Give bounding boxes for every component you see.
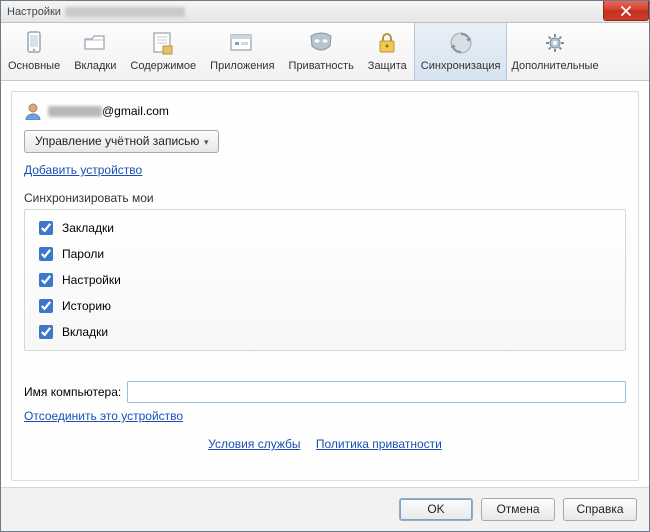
close-button[interactable] bbox=[603, 1, 649, 21]
tab-label: Основные bbox=[8, 60, 60, 72]
checkbox-passwords[interactable] bbox=[39, 247, 53, 261]
category-toolbar: Основные Вкладки Содержимое Приложения П… bbox=[1, 23, 649, 81]
check-prefs[interactable]: Настройки bbox=[35, 270, 615, 290]
account-email: @gmail.com bbox=[48, 104, 169, 118]
window-icon bbox=[228, 31, 256, 55]
checkbox-label: Вкладки bbox=[62, 325, 108, 339]
check-history[interactable]: Историю bbox=[35, 296, 615, 316]
mask-icon bbox=[307, 30, 335, 56]
check-tabs[interactable]: Вкладки bbox=[35, 322, 615, 342]
checkbox-label: Историю bbox=[62, 299, 111, 313]
check-passwords[interactable]: Пароли bbox=[35, 244, 615, 264]
titlebar[interactable]: Настройки bbox=[1, 1, 649, 23]
tab-general[interactable]: Основные bbox=[1, 23, 67, 80]
computer-name-label: Имя компьютера: bbox=[24, 385, 121, 399]
checkbox-tabs[interactable] bbox=[39, 325, 53, 339]
sync-icon bbox=[447, 30, 475, 56]
checkbox-label: Пароли bbox=[62, 247, 104, 261]
computer-name-input[interactable] bbox=[127, 381, 626, 403]
checkbox-bookmarks[interactable] bbox=[39, 221, 53, 235]
dialog-footer: OK Отмена Справка bbox=[1, 487, 649, 531]
sync-items-group: Закладки Пароли Настройки Историю Вкладк… bbox=[24, 209, 626, 351]
help-button[interactable]: Справка bbox=[563, 498, 637, 521]
tab-label: Дополнительные bbox=[511, 60, 598, 72]
checkbox-prefs[interactable] bbox=[39, 273, 53, 287]
tab-apps[interactable]: Приложения bbox=[203, 23, 281, 80]
tab-sync[interactable]: Синхронизация bbox=[414, 23, 508, 80]
legal-links: Условия службы Политика приватности bbox=[24, 437, 626, 451]
avatar-icon bbox=[24, 102, 42, 120]
phone-icon bbox=[22, 30, 46, 56]
close-icon bbox=[620, 6, 632, 16]
add-device-link[interactable]: Добавить устройство bbox=[24, 163, 142, 177]
titlebar-redacted bbox=[65, 7, 185, 17]
manage-account-button[interactable]: Управление учётной записью bbox=[24, 130, 219, 153]
lock-icon bbox=[375, 30, 399, 56]
checkbox-label: Закладки bbox=[62, 221, 114, 235]
sync-panel: @gmail.com Управление учётной записью До… bbox=[11, 91, 639, 481]
checkbox-label: Настройки bbox=[62, 273, 121, 287]
window-title: Настройки bbox=[7, 6, 61, 18]
tab-label: Вкладки bbox=[74, 60, 116, 72]
gear-icon bbox=[541, 30, 569, 56]
tab-label: Приватность bbox=[289, 60, 354, 72]
tab-label: Синхронизация bbox=[421, 60, 501, 72]
document-icon bbox=[150, 30, 176, 56]
tab-privacy[interactable]: Приватность bbox=[282, 23, 361, 80]
ok-button[interactable]: OK bbox=[399, 498, 473, 521]
tab-content[interactable]: Содержимое bbox=[123, 23, 203, 80]
cancel-button[interactable]: Отмена bbox=[481, 498, 555, 521]
tab-label: Содержимое bbox=[130, 60, 196, 72]
sync-heading: Синхронизировать мои bbox=[24, 191, 626, 205]
folder-icon bbox=[82, 31, 108, 55]
tab-advanced[interactable]: Дополнительные bbox=[507, 23, 602, 80]
computer-name-row: Имя компьютера: bbox=[24, 381, 626, 403]
tab-label: Приложения bbox=[210, 60, 274, 72]
email-redacted bbox=[48, 106, 102, 117]
account-row: @gmail.com bbox=[24, 102, 626, 120]
check-bookmarks[interactable]: Закладки bbox=[35, 218, 615, 238]
privacy-policy-link[interactable]: Политика приватности bbox=[316, 437, 442, 451]
email-suffix: @gmail.com bbox=[102, 104, 169, 118]
tab-label: Защита bbox=[368, 60, 407, 72]
tab-tabs[interactable]: Вкладки bbox=[67, 23, 123, 80]
tab-security[interactable]: Защита bbox=[361, 23, 414, 80]
content-pane: @gmail.com Управление учётной записью До… bbox=[1, 81, 649, 487]
settings-window: Настройки Основные Вкладки Содержимое Пр… bbox=[0, 0, 650, 532]
checkbox-history[interactable] bbox=[39, 299, 53, 313]
unlink-device-link[interactable]: Отсоединить это устройство bbox=[24, 409, 183, 423]
tos-link[interactable]: Условия службы bbox=[208, 437, 300, 451]
